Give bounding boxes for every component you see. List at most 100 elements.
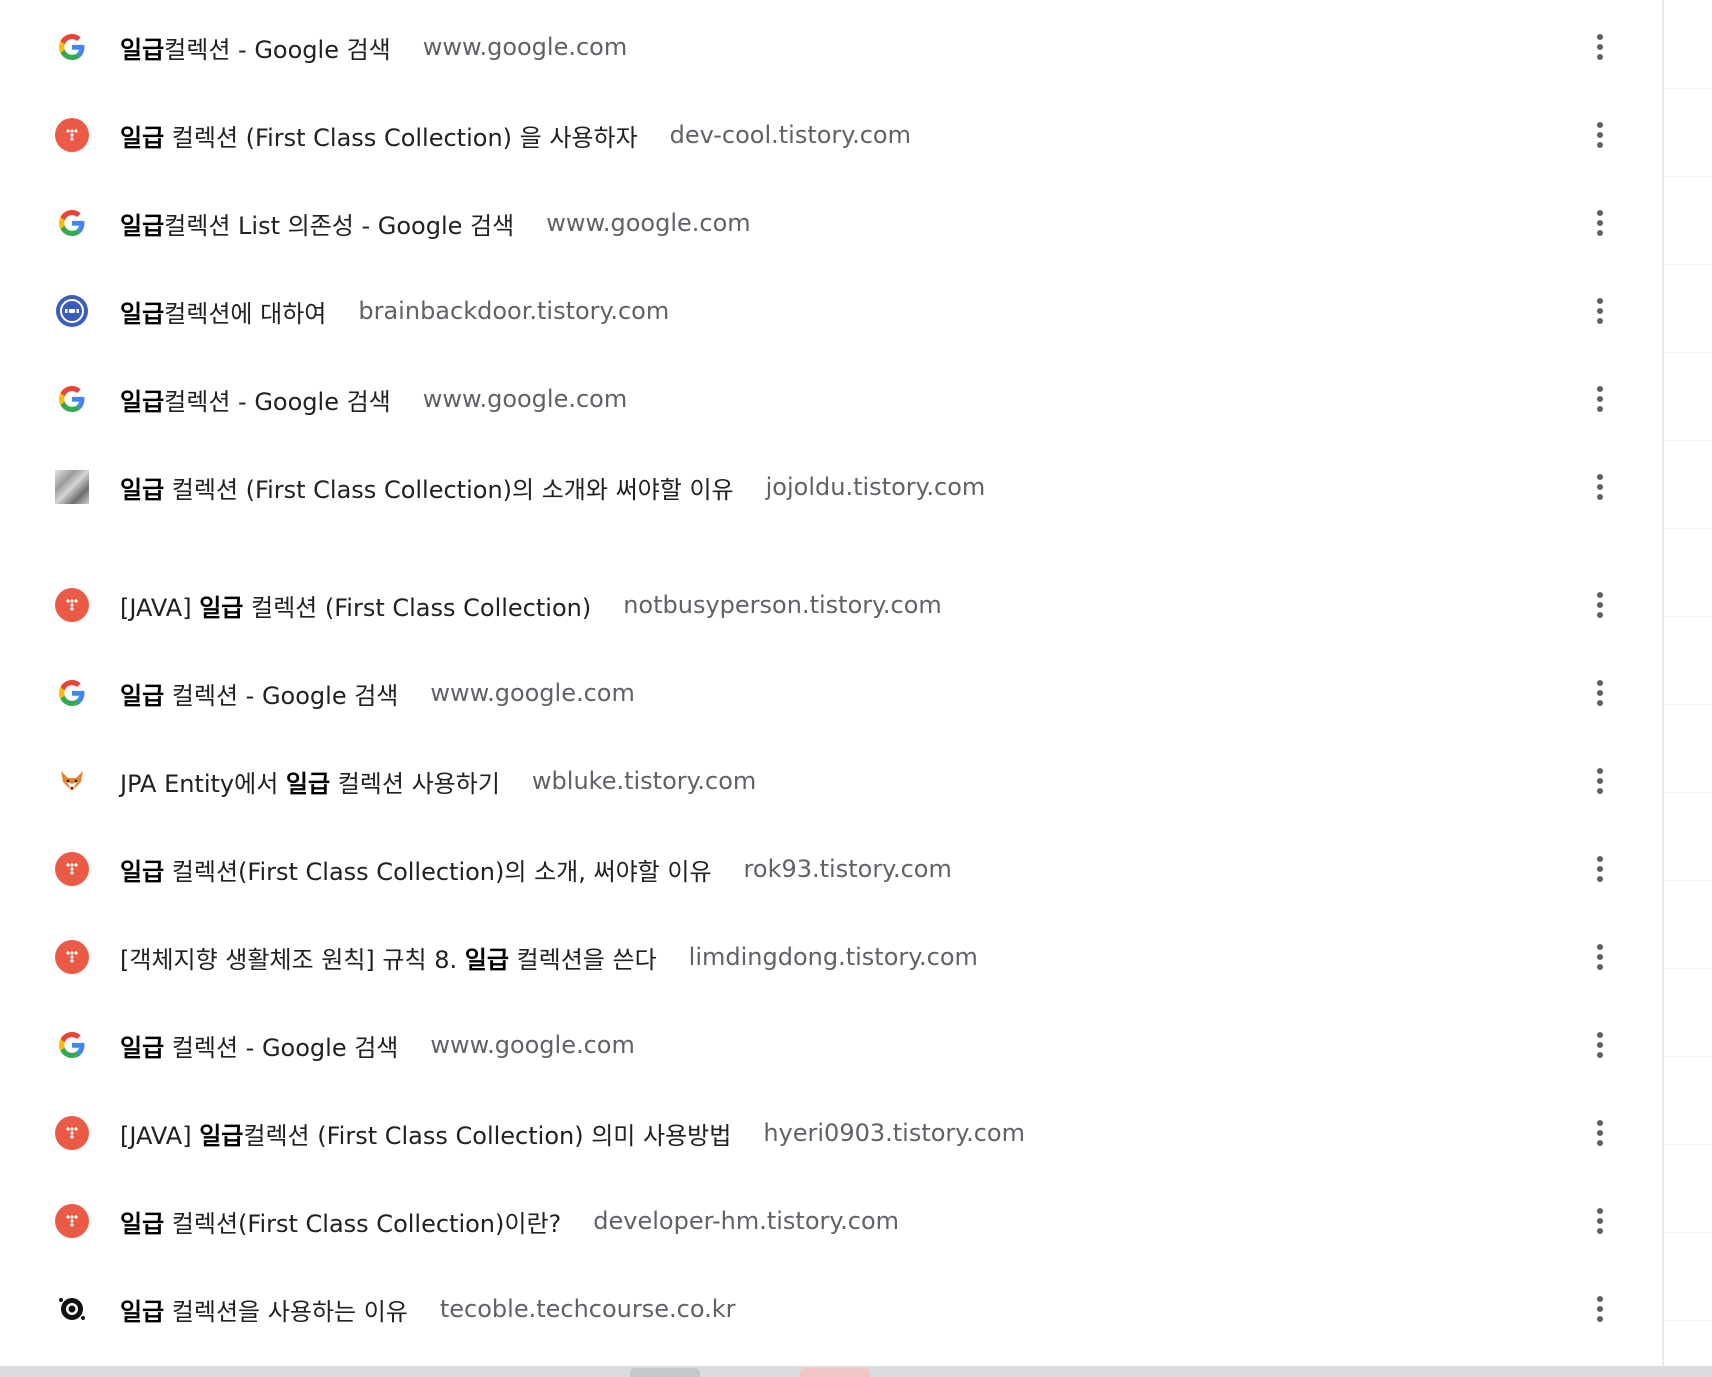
gutter-tick (1664, 352, 1712, 353)
history-item[interactable]: 일급 컬렉션(First Class Collection)의 소개, 써야할 … (0, 825, 1662, 913)
history-item-domain: wbluke.tistory.com (531, 767, 757, 795)
title-rest: 컬렉션을 사용하는 이유 (164, 1297, 408, 1326)
history-item[interactable]: [객체지향 생활체조 원칙] 규칙 8. 일급 컬렉션을 쓴다 limdingdo… (0, 913, 1662, 1001)
history-item-title[interactable]: 일급 컬렉션(First Class Collection)의 소개, 써야할 … (120, 852, 712, 887)
more-actions-button[interactable] (1580, 849, 1620, 889)
vertical-dots-icon (1597, 474, 1603, 500)
history-item-text: 일급 컬렉션 - Google 검색 www.google.com (120, 1001, 635, 1089)
more-actions-button[interactable] (1580, 937, 1620, 977)
title-prefix: [JAVA] (120, 1121, 200, 1150)
history-item[interactable]: 일급 컬렉션 - Google 검색 www.google.com (0, 1001, 1662, 1089)
history-item-title[interactable]: [객체지향 생활체조 원칙] 규칙 8. 일급 컬렉션을 쓴다 (120, 940, 657, 975)
gutter-tick (1664, 704, 1712, 705)
bottom-tab-stub[interactable] (800, 1368, 870, 1377)
history-item[interactable]: 일급 컬렉션 (First Class Collection) 을 사용하자 de… (0, 91, 1662, 179)
gutter-tick (1664, 1232, 1712, 1233)
more-actions-button[interactable] (1580, 115, 1620, 155)
vertical-dots-icon (1597, 1296, 1603, 1322)
history-item-title[interactable]: 일급 컬렉션 (First Class Collection)의 소개와 써야할… (120, 470, 734, 505)
vertical-dots-icon (1597, 298, 1603, 324)
gutter-tick (1664, 1056, 1712, 1057)
more-actions-button[interactable] (1580, 585, 1620, 625)
more-actions-button[interactable] (1580, 203, 1620, 243)
history-item-title[interactable]: 일급 컬렉션을 사용하는 이유 (120, 1292, 408, 1327)
history-item-title[interactable]: [JAVA] 일급컬렉션 (First Class Collection) 의미… (120, 1116, 731, 1151)
title-highlight: 일급 (120, 1297, 165, 1326)
history-item[interactable]: JPA Entity에서 일급 컬렉션 사용하기 wbluke.tistory.c… (0, 737, 1662, 825)
title-highlight: 일급 (120, 299, 165, 328)
more-actions-button[interactable] (1580, 467, 1620, 507)
history-item-text: 일급컬렉션에 대하여 brainbackdoor.tistory.com (120, 267, 669, 355)
history-item-title[interactable]: 일급 컬렉션 - Google 검색 (120, 676, 398, 711)
history-item[interactable]: [JAVA] 일급컬렉션 (First Class Collection) 의미… (0, 1089, 1662, 1177)
more-actions-button[interactable] (1580, 1201, 1620, 1241)
history-item-text: 일급 컬렉션 (First Class Collection)의 소개와 써야할… (120, 443, 985, 531)
history-item-text: 일급컬렉션 List 의존성 - Google 검색 www.google.com (120, 179, 751, 267)
title-highlight: 일급 (120, 857, 165, 886)
brainbackdoor-icon (55, 294, 89, 328)
gutter-tick (1664, 176, 1712, 177)
history-item-text: JPA Entity에서 일급 컬렉션 사용하기 wbluke.tistory.c… (120, 737, 756, 825)
bottom-tab-stub[interactable] (630, 1368, 700, 1377)
history-item[interactable]: 일급 컬렉션 - Google 검색 www.google.com (0, 649, 1662, 737)
history-item[interactable]: 일급컬렉션에 대하여 brainbackdoor.tistory.com (0, 267, 1662, 355)
history-item[interactable]: 일급 컬렉션을 사용하는 이유 tecoble.techcourse.co.kr (0, 1265, 1662, 1353)
history-item-text: 일급 컬렉션(First Class Collection)의 소개, 써야할 … (120, 825, 952, 913)
history-item[interactable]: 일급컬렉션 - Google 검색 www.google.com (0, 355, 1662, 443)
tecoble-icon (55, 1292, 89, 1326)
history-item-title[interactable]: 일급 컬렉션 - Google 검색 (120, 1028, 398, 1063)
history-item-domain: notbusyperson.tistory.com (623, 591, 942, 619)
history-item-domain: developer-hm.tistory.com (593, 1207, 900, 1235)
history-item[interactable]: [JAVA] 일급 컬렉션 (First Class Collection) no… (0, 561, 1662, 649)
history-item-domain: www.google.com (422, 385, 628, 413)
vertical-dots-icon (1597, 1208, 1603, 1234)
title-highlight: 일급 (464, 945, 509, 974)
history-item-title[interactable]: 일급컬렉션 - Google 검색 (120, 30, 391, 65)
vertical-dots-icon (1597, 592, 1603, 618)
scrollbar-gutter[interactable] (1662, 0, 1712, 1366)
history-item[interactable]: 일급컬렉션 List 의존성 - Google 검색 www.google.com (0, 179, 1662, 267)
history-item-title[interactable]: 일급컬렉션 - Google 검색 (120, 382, 391, 417)
history-item-domain: jojoldu.tistory.com (765, 473, 986, 501)
history-item-domain: dev-cool.tistory.com (669, 121, 911, 149)
more-actions-button[interactable] (1580, 291, 1620, 331)
title-highlight: 일급 (120, 211, 165, 240)
more-actions-button[interactable] (1580, 761, 1620, 801)
title-rest: 컬렉션에 대하여 (164, 299, 327, 328)
history-item-title[interactable]: JPA Entity에서 일급 컬렉션 사용하기 (120, 764, 500, 799)
history-item-domain: rok93.tistory.com (743, 855, 952, 883)
title-highlight: 일급 (120, 475, 165, 504)
history-item-title[interactable]: 일급 컬렉션 (First Class Collection) 을 사용하자 (120, 118, 638, 153)
more-actions-button[interactable] (1580, 1113, 1620, 1153)
vertical-dots-icon (1597, 210, 1603, 236)
more-actions-button[interactable] (1580, 1025, 1620, 1065)
vertical-dots-icon (1597, 386, 1603, 412)
more-actions-button[interactable] (1580, 379, 1620, 419)
history-item-title[interactable]: [JAVA] 일급 컬렉션 (First Class Collection) (120, 588, 591, 623)
more-actions-button[interactable] (1580, 673, 1620, 713)
history-item[interactable]: 일급 컬렉션 (First Class Collection)의 소개와 써야할… (0, 443, 1662, 531)
title-prefix: JPA Entity에서 (120, 769, 286, 798)
history-item[interactable]: 일급 컬렉션(First Class Collection)이란? develop… (0, 1177, 1662, 1265)
history-item-title[interactable]: 일급컬렉션 List 의존성 - Google 검색 (120, 206, 514, 241)
vertical-dots-icon (1597, 34, 1603, 60)
bottom-bar (0, 1366, 1712, 1377)
history-item-text: [객체지향 생활체조 원칙] 규칙 8. 일급 컬렉션을 쓴다 limdingdo… (120, 913, 978, 1001)
more-actions-button[interactable] (1580, 27, 1620, 67)
tistory-icon (55, 940, 89, 974)
title-highlight: 일급 (120, 387, 165, 416)
gutter-tick (1664, 968, 1712, 969)
google-g-icon (55, 30, 89, 64)
history-item-title[interactable]: 일급 컬렉션(First Class Collection)이란? (120, 1204, 561, 1239)
history-item-text: 일급컬렉션 - Google 검색 www.google.com (120, 3, 627, 91)
history-item-text: 일급 컬렉션(First Class Collection)이란? develop… (120, 1177, 899, 1265)
vertical-dots-icon (1597, 944, 1603, 970)
more-actions-button[interactable] (1580, 1289, 1620, 1329)
title-rest: 컬렉션 (First Class Collection) 을 사용하자 (164, 123, 638, 152)
history-item-domain: tecoble.techcourse.co.kr (439, 1295, 736, 1323)
history-item[interactable]: 일급컬렉션 - Google 검색 www.google.com (0, 3, 1662, 91)
history-item-title[interactable]: 일급컬렉션에 대하여 (120, 294, 326, 329)
fox-icon (55, 764, 89, 798)
history-item-domain: brainbackdoor.tistory.com (358, 297, 670, 325)
gutter-tick (1664, 1320, 1712, 1321)
